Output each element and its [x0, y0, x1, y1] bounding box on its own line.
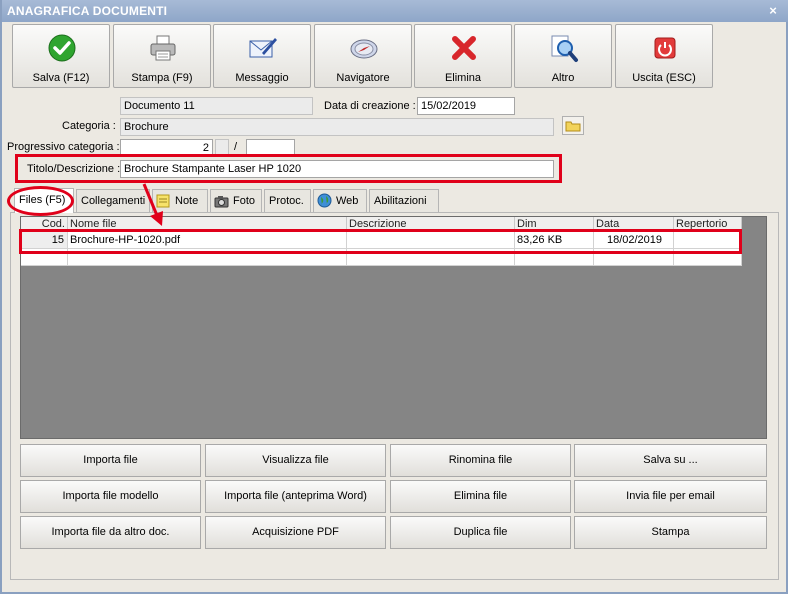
annotation-arrow — [142, 183, 163, 226]
files-grid: Cod. Nome file Descrizione Dim Data Repe… — [21, 217, 742, 266]
titolo-label: Titolo/Descrizione : — [27, 163, 121, 175]
documento-field: Documento 11 — [120, 97, 313, 115]
categoria-field[interactable]: Brochure — [120, 118, 554, 136]
visualizza-file-button[interactable]: Visualizza file — [205, 444, 386, 477]
col-header-data[interactable]: Data — [594, 217, 674, 231]
tab-files[interactable]: Files (F5) — [14, 188, 74, 213]
check-icon — [48, 34, 76, 62]
categoria-label: Categoria : — [62, 120, 116, 132]
cell-empty[interactable] — [21, 249, 68, 266]
camera-icon — [214, 196, 229, 208]
cell-cod[interactable]: 15 — [21, 232, 68, 249]
stampa-file-button[interactable]: Stampa — [574, 516, 767, 549]
window-titlebar: ANAGRAFICA DOCUMENTI — [2, 0, 788, 22]
anagrafica-documenti-window: ANAGRAFICA DOCUMENTI × Salva (F12) Stamp… — [0, 0, 788, 594]
tab-foto[interactable]: Foto — [210, 189, 262, 212]
navigatore-label: Navigatore — [336, 72, 390, 84]
salva-su-button[interactable]: Salva su ... — [574, 444, 767, 477]
tab-abilitazioni[interactable]: Abilitazioni — [369, 189, 439, 212]
magnifier-icon — [551, 35, 578, 62]
importa-file-altro-button[interactable]: Importa file da altro doc. — [20, 516, 201, 549]
col-header-nome-file[interactable]: Nome file — [68, 217, 347, 231]
tab-web[interactable]: Web — [313, 189, 367, 212]
salva-label: Salva (F12) — [32, 72, 90, 84]
progressivo-total-field[interactable] — [246, 139, 295, 157]
cell-empty[interactable] — [674, 249, 742, 266]
elimina-label: Elimina — [444, 72, 482, 84]
col-header-cod[interactable]: Cod. — [21, 217, 68, 231]
cell-empty[interactable] — [68, 249, 347, 266]
messaggio-label: Messaggio — [235, 72, 289, 84]
cell-empty[interactable] — [515, 249, 594, 266]
close-icon[interactable]: × — [766, 0, 780, 22]
col-header-descrizione[interactable]: Descrizione — [347, 217, 515, 231]
titolo-field[interactable]: Brochure Stampante Laser HP 1020 — [120, 160, 554, 178]
printer-icon — [150, 35, 176, 61]
col-header-dim[interactable]: Dim — [515, 217, 594, 231]
progressivo-separator: / — [234, 141, 238, 153]
stampa-label: Stampa (F9) — [131, 72, 193, 84]
cell-empty[interactable] — [594, 249, 674, 266]
uscita-button[interactable]: Uscita (ESC) — [615, 24, 713, 88]
compass-icon — [350, 39, 378, 59]
tab-note-label: Note — [175, 195, 199, 207]
categoria-browse-button[interactable] — [562, 116, 584, 135]
delete-x-icon — [452, 36, 476, 60]
altro-button[interactable]: Altro — [514, 24, 612, 88]
stampa-button[interactable]: Stampa (F9) — [113, 24, 211, 88]
tab-foto-label: Foto — [233, 195, 256, 207]
duplica-file-button[interactable]: Duplica file — [390, 516, 571, 549]
window-title: ANAGRAFICA DOCUMENTI — [7, 4, 168, 18]
col-header-repertorio[interactable]: Repertorio — [674, 217, 742, 231]
tab-web-label: Web — [336, 195, 359, 207]
elimina-button[interactable]: Elimina — [414, 24, 512, 88]
progressivo-spacer — [215, 139, 229, 157]
data-creazione-field[interactable]: 15/02/2019 — [417, 97, 515, 115]
salva-button[interactable]: Salva (F12) — [12, 24, 110, 88]
cell-descrizione[interactable] — [347, 232, 515, 249]
altro-label: Altro — [551, 72, 575, 84]
importa-file-button[interactable]: Importa file — [20, 444, 201, 477]
rinomina-file-button[interactable]: Rinomina file — [390, 444, 571, 477]
cell-data[interactable]: 18/02/2019 — [594, 232, 674, 249]
progressivo-field[interactable]: 2 — [120, 139, 213, 157]
navigatore-button[interactable]: Navigatore — [314, 24, 412, 88]
cell-empty[interactable] — [347, 249, 515, 266]
invia-file-email-button[interactable]: Invia file per email — [574, 480, 767, 513]
acquisizione-pdf-button[interactable]: Acquisizione PDF — [205, 516, 386, 549]
elimina-file-button[interactable]: Elimina file — [390, 480, 571, 513]
messaggio-button[interactable]: Messaggio — [213, 24, 311, 88]
power-icon — [654, 37, 676, 59]
envelope-pen-icon — [249, 38, 277, 58]
data-creazione-label: Data di creazione : — [324, 100, 416, 112]
cell-dim[interactable]: 83,26 KB — [515, 232, 594, 249]
cell-nome-file[interactable]: Brochure-HP-1020.pdf — [68, 232, 347, 249]
globe-icon — [317, 193, 332, 208]
importa-file-modello-button[interactable]: Importa file modello — [20, 480, 201, 513]
tab-protoc[interactable]: Protoc. — [264, 189, 311, 212]
progressivo-label: Progressivo categoria : — [7, 141, 120, 153]
folder-icon — [565, 121, 581, 132]
uscita-label: Uscita (ESC) — [632, 72, 696, 84]
importa-file-anteprima-button[interactable]: Importa file (anteprima Word) — [205, 480, 386, 513]
cell-repertorio[interactable] — [674, 232, 742, 249]
